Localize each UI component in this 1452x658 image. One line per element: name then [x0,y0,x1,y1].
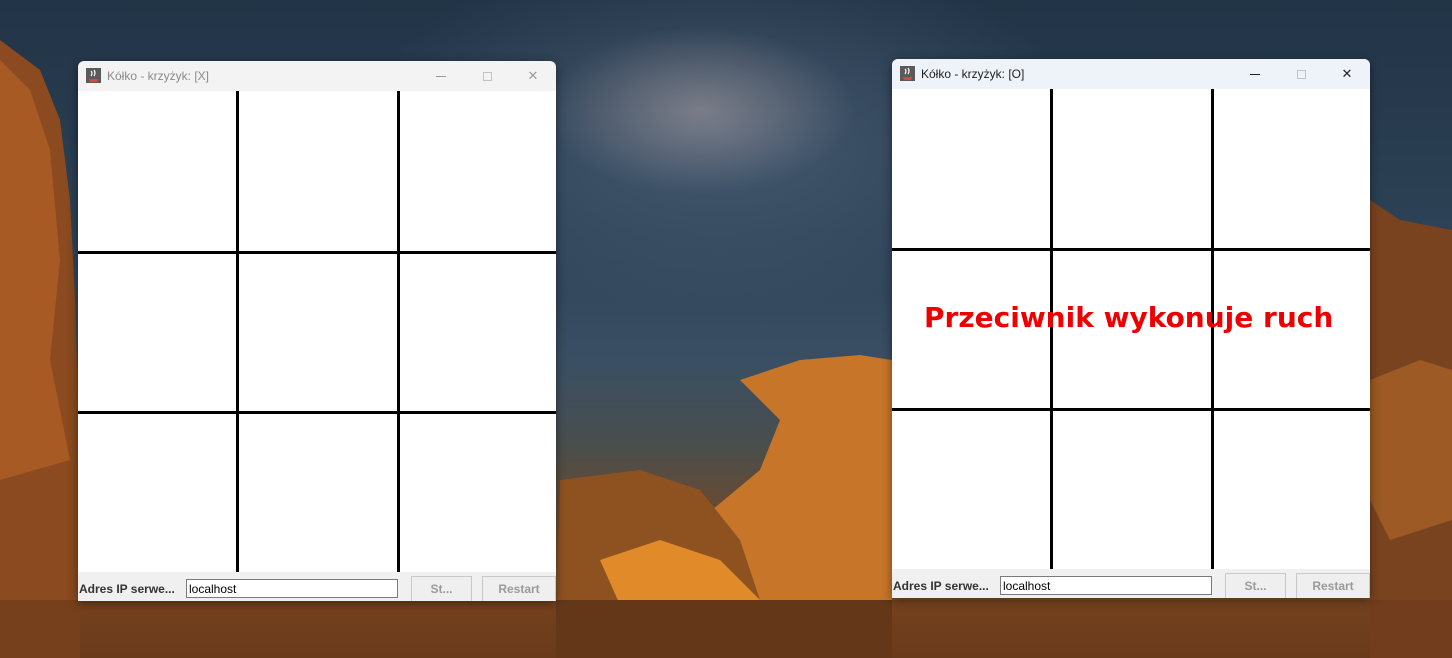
game-window-x: Kółko - krzyżyk: [X] ✕ Adres IP serwe...… [78,61,556,601]
close-button[interactable]: ✕ [1324,59,1370,89]
close-icon: ✕ [1341,66,1353,81]
grid-line-horizontal-1 [892,248,1370,251]
minimize-icon [436,75,446,77]
title-bar[interactable]: Kółko - krzyżyk: [O] ✕ [892,59,1370,89]
minimize-button[interactable] [1232,59,1278,89]
title-bar[interactable]: Kółko - krzyżyk: [X] ✕ [78,61,556,91]
minimize-icon [1250,73,1260,75]
server-ip-label: Adres IP serwe... [79,582,175,596]
server-ip-input[interactable] [186,579,398,598]
close-button[interactable]: ✕ [510,61,556,91]
grid-line-vertical-2 [397,91,400,572]
start-button[interactable]: St... [411,576,472,601]
grid-line-horizontal-2 [78,411,556,414]
window-title: Kółko - krzyżyk: [O] [921,67,1025,81]
server-ip-input[interactable] [1000,576,1212,595]
maximize-icon [482,71,492,81]
maximize-icon [1296,69,1306,79]
control-panel: Adres IP serwe... St... Restart [78,572,556,601]
grid-line-vertical-1 [236,91,239,572]
maximize-button[interactable] [464,61,510,91]
maximize-button[interactable] [1278,59,1324,89]
game-board[interactable]: Przeciwnik wykonuje ruch [892,89,1370,569]
restart-button[interactable]: Restart [1296,573,1370,598]
restart-button[interactable]: Restart [482,576,556,601]
start-button[interactable]: St... [1225,573,1286,598]
grid-line-horizontal-2 [892,408,1370,411]
game-board[interactable] [78,91,556,572]
server-ip-label: Adres IP serwe... [893,579,989,593]
java-cup-icon [900,66,915,81]
desktop: Kółko - krzyżyk: [X] ✕ Adres IP serwe...… [0,0,1452,658]
control-panel: Adres IP serwe... St... Restart [892,569,1370,598]
status-message: Przeciwnik wykonuje ruch [924,301,1334,334]
minimize-button[interactable] [418,61,464,91]
java-cup-icon [86,68,101,83]
game-window-o: Kółko - krzyżyk: [O] ✕ Przeciwnik wykonu… [892,59,1370,598]
close-icon: ✕ [527,68,539,83]
window-title: Kółko - krzyżyk: [X] [107,69,210,83]
grid-line-horizontal-1 [78,251,556,254]
